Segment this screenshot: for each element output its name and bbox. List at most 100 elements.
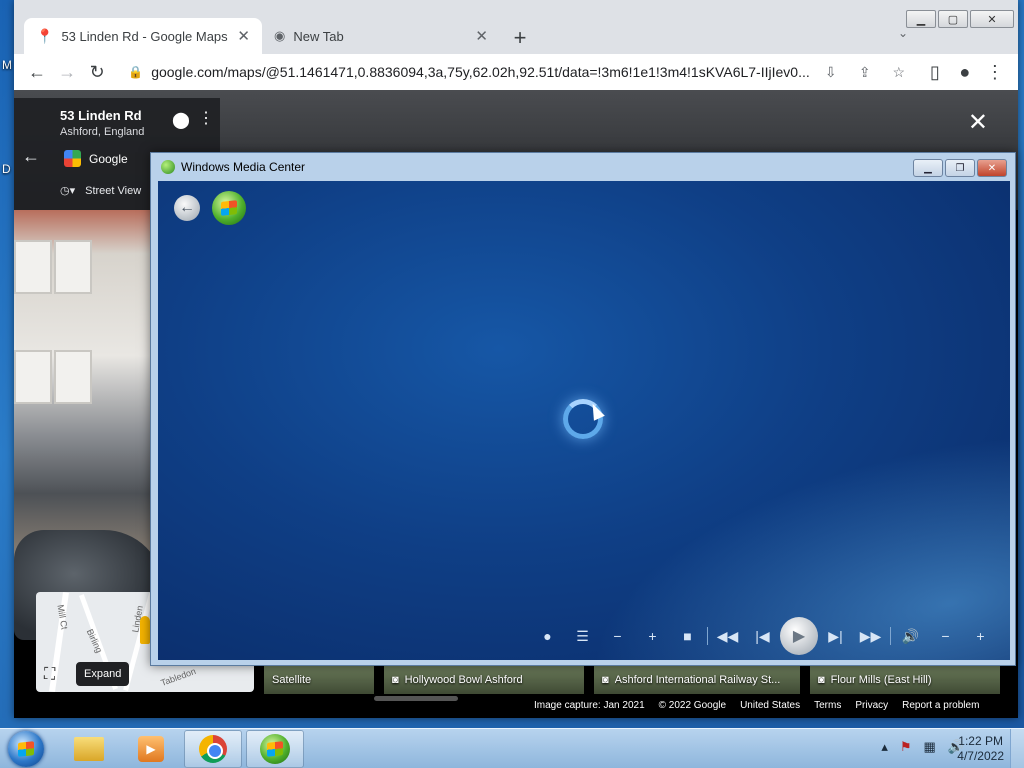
map-road-label: Birling <box>84 627 105 655</box>
browser-toolbar: ← → ↻ 🔒 google.com/maps/@51.1461471,0.88… <box>14 54 1018 90</box>
bookmark-star-icon[interactable]: ☆ <box>886 64 912 81</box>
image-capture-date: Image capture: Jan 2021 <box>534 700 645 711</box>
separator <box>890 627 891 645</box>
menu-kebab-icon[interactable]: ⋮ <box>980 56 1010 88</box>
back-arrow-icon[interactable]: ← <box>22 146 40 167</box>
previous-button[interactable]: |◀ <box>745 622 780 650</box>
close-window-button[interactable]: ✕ <box>977 159 1007 177</box>
house-window <box>14 240 52 294</box>
map-road-label: Tabledon <box>159 666 198 688</box>
time-travel-control[interactable]: ◷▾ Street View <box>60 184 142 198</box>
guide-list-button[interactable]: ☰ <box>565 622 600 650</box>
tab-strip: 📍 53 Linden Rd - Google Maps ✕ ◉ New Tab… <box>24 18 536 54</box>
window-caption-buttons: ▁ ▢ ✕ <box>906 10 1014 28</box>
camera-icon: ◙ <box>602 674 609 686</box>
start-button[interactable] <box>8 731 44 767</box>
fast-forward-button[interactable]: ▶▶ <box>853 622 888 650</box>
system-tray: ▴ ⚑ ▦ 🔊 <box>881 739 964 755</box>
street-view-label: Street View <box>85 184 142 197</box>
photo-thumbnail[interactable]: ◙ Hollywood Bowl Ashford <box>384 666 584 694</box>
channel-up-button[interactable]: + <box>635 622 670 650</box>
network-icon[interactable]: ▦ <box>924 739 936 755</box>
tab-google-maps[interactable]: 📍 53 Linden Rd - Google Maps ✕ <box>24 18 262 54</box>
install-icon[interactable]: ⇩ <box>818 64 844 81</box>
thumbnail-label: Ashford International Railway St... <box>614 674 781 686</box>
mute-speaker-icon[interactable]: 🔊 <box>893 622 928 650</box>
pegman-icon[interactable] <box>140 616 150 644</box>
back-button-icon[interactable]: ← <box>174 195 200 221</box>
window-caption-buttons: ▁ ❐ ✕ <box>913 159 1007 177</box>
record-button[interactable]: ● <box>530 622 565 650</box>
media-center-window: Windows Media Center ▁ ❐ ✕ ← ● ☰ − + ■ ◀… <box>150 152 1016 666</box>
terms-link[interactable]: Terms <box>814 700 841 711</box>
volume-up-button[interactable]: + <box>963 622 998 650</box>
taskbar-chrome[interactable] <box>184 730 242 768</box>
media-center-titlebar[interactable]: Windows Media Center <box>151 153 1015 181</box>
side-panel-icon[interactable]: ▯ <box>920 56 950 88</box>
google-maps-icon <box>64 150 81 167</box>
report-problem-link[interactable]: Report a problem <box>902 700 979 711</box>
taskbar-explorer[interactable] <box>60 730 118 768</box>
profile-avatar[interactable]: ● <box>950 56 980 88</box>
close-tab-icon[interactable]: ✕ <box>237 27 250 45</box>
photo-thumbnail[interactable]: ◙ Ashford International Railway St... <box>594 666 800 694</box>
tab-new-tab[interactable]: ◉ New Tab ✕ <box>262 18 500 54</box>
restore-button[interactable]: ❐ <box>945 159 975 177</box>
expand-icon[interactable]: ⛶ <box>44 666 55 684</box>
maps-pin-icon: 📍 <box>36 27 54 44</box>
close-street-view-icon[interactable]: ✕ <box>968 108 988 137</box>
channel-down-button[interactable]: − <box>600 622 635 650</box>
desktop-fragment: M <box>2 58 12 72</box>
rewind-button[interactable]: ◀◀ <box>710 622 745 650</box>
minimize-button[interactable]: ▁ <box>913 159 943 177</box>
more-options-icon[interactable]: ⋮ <box>198 108 214 128</box>
place-title: 53 Linden Rd <box>60 108 142 123</box>
next-button[interactable]: ▶| <box>818 622 853 650</box>
tab-search-chevron-icon[interactable]: ⌄ <box>898 26 908 40</box>
close-tab-icon[interactable]: ✕ <box>475 27 488 45</box>
show-desktop-button[interactable] <box>1010 729 1024 768</box>
windows-flag-icon <box>221 200 237 216</box>
location-pin-icon[interactable]: ⬤ <box>172 110 190 130</box>
taskbar-clock[interactable]: 1:22 PM 4/7/2022 <box>957 734 1004 764</box>
back-button[interactable]: ← <box>22 56 52 88</box>
satellite-thumbnail[interactable]: Satellite <box>264 666 374 694</box>
action-center-flag-icon[interactable]: ⚑ <box>900 739 912 755</box>
volume-down-button[interactable]: − <box>928 622 963 650</box>
thumbnail-label: Satellite <box>272 674 312 686</box>
taskbar: ▶ ▴ ⚑ ▦ 🔊 1:22 PM 4/7/2022 <box>0 728 1024 768</box>
media-center-start-button[interactable] <box>212 191 246 225</box>
close-window-button[interactable]: ✕ <box>970 10 1014 28</box>
show-hidden-icons-icon[interactable]: ▴ <box>881 739 888 755</box>
photo-thumbnail[interactable]: ◙ Flour Mills (East Hill) <box>810 666 1000 694</box>
house-window <box>54 350 92 404</box>
house-window <box>14 350 52 404</box>
transport-controls: ● ☰ − + ■ ◀◀ |◀ ▶ ▶| ▶▶ 🔊 − + <box>530 617 998 655</box>
region-link[interactable]: United States <box>740 700 800 711</box>
new-tab-button[interactable]: + <box>504 22 536 54</box>
history-clock-icon: ◷▾ <box>60 185 76 197</box>
minimize-button[interactable]: ▁ <box>906 10 936 28</box>
reload-button[interactable]: ↻ <box>82 56 112 88</box>
play-button[interactable]: ▶ <box>780 617 818 655</box>
address-bar[interactable]: 🔒 google.com/maps/@51.1461471,0.8836094,… <box>120 57 912 87</box>
clock-date: 4/7/2022 <box>957 749 1004 763</box>
maximize-button[interactable]: ▢ <box>938 10 968 28</box>
media-center-canvas: ← ● ☰ − + ■ ◀◀ |◀ ▶ ▶| ▶▶ 🔊 − + <box>158 181 1010 660</box>
share-icon[interactable]: ⇪ <box>852 64 878 81</box>
forward-button[interactable]: → <box>52 56 82 88</box>
privacy-link[interactable]: Privacy <box>855 700 888 711</box>
thumbnail-scrollbar[interactable] <box>374 696 458 701</box>
desktop-fragment: D <box>2 162 11 176</box>
clock-time: 1:22 PM <box>958 734 1003 748</box>
media-player-icon: ▶ <box>138 736 164 762</box>
taskbar-media-player[interactable]: ▶ <box>122 730 180 768</box>
window-title: Windows Media Center <box>181 160 306 174</box>
lock-icon: 🔒 <box>128 65 144 79</box>
chrome-icon <box>199 735 227 763</box>
camera-icon: ◙ <box>392 674 399 686</box>
stop-button[interactable]: ■ <box>670 622 705 650</box>
taskbar-media-center[interactable] <box>246 730 304 768</box>
house-window <box>54 240 92 294</box>
windows-flag-icon <box>267 741 283 757</box>
